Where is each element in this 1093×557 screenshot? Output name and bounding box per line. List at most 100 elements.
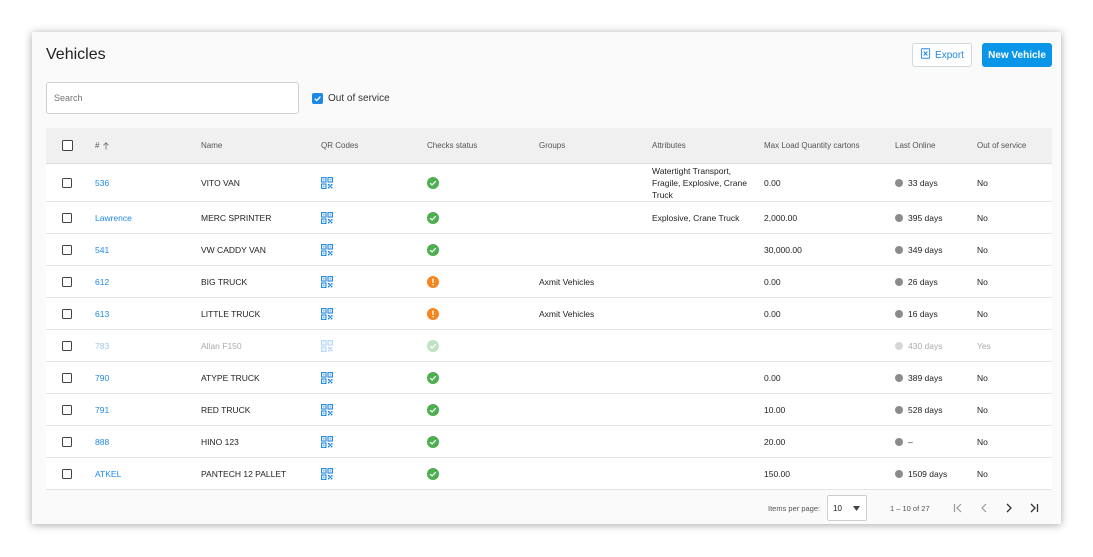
first-page-icon bbox=[953, 503, 962, 513]
table-row[interactable]: Lawrence MERC SPRINTER Explosive, Crane Tr… bbox=[46, 202, 1052, 234]
out-of-service-filter[interactable]: Out of service bbox=[312, 93, 390, 104]
table-row[interactable]: 613 LITTLE TRUCK Axmit Vehicles 0.00 16 days… bbox=[46, 298, 1052, 330]
paginator: Items per page: 10 1 – 10 of 27 bbox=[32, 493, 1061, 523]
max-load: 20.00 bbox=[764, 436, 786, 447]
exclamation-circle-icon bbox=[427, 307, 439, 320]
qr-code-button[interactable] bbox=[321, 176, 333, 189]
table-row[interactable]: 791 RED TRUCK 10.00 528 days No bbox=[46, 394, 1052, 426]
qr-code-button[interactable] bbox=[321, 211, 333, 224]
qr-code-button[interactable] bbox=[321, 243, 333, 256]
column-header-groups[interactable]: Groups bbox=[539, 128, 565, 163]
vehicle-id-link[interactable]: 790 bbox=[95, 373, 109, 383]
qr-code-icon bbox=[321, 176, 333, 189]
column-header-attributes[interactable]: Attributes bbox=[652, 128, 760, 163]
row-checkbox[interactable] bbox=[62, 404, 72, 415]
check-circle-icon bbox=[427, 435, 439, 448]
items-per-page-select[interactable]: 10 bbox=[827, 495, 867, 521]
last-page-button[interactable] bbox=[1028, 502, 1040, 514]
table-row[interactable]: 536 VITO VAN Watertight Transport, Fragile… bbox=[46, 164, 1052, 202]
chevron-right-icon bbox=[1006, 503, 1012, 513]
last-online: 33 days bbox=[895, 164, 938, 201]
checks-status bbox=[427, 266, 439, 297]
checks-status bbox=[427, 362, 439, 393]
caret-down-icon bbox=[853, 506, 860, 511]
last-online-value: 26 days bbox=[908, 276, 938, 287]
qr-code-button[interactable] bbox=[321, 275, 333, 288]
row-checkbox[interactable] bbox=[62, 372, 72, 383]
max-load: 0.00 bbox=[764, 276, 781, 287]
out-of-service-value: No bbox=[977, 177, 988, 188]
column-header-name[interactable]: Name bbox=[201, 128, 222, 163]
qr-code-button[interactable] bbox=[321, 403, 333, 416]
table-row[interactable]: 888 HINO 123 20.00 – No bbox=[46, 426, 1052, 458]
select-all-checkbox[interactable] bbox=[62, 140, 73, 151]
vehicle-id-link[interactable]: 791 bbox=[95, 405, 109, 415]
row-checkbox[interactable] bbox=[62, 468, 72, 479]
table-row[interactable]: 783 Allan F150 430 days Yes bbox=[46, 330, 1052, 362]
row-checkbox[interactable] bbox=[62, 308, 72, 319]
last-online: 430 days bbox=[895, 330, 943, 361]
out-of-service-value: No bbox=[977, 244, 988, 255]
column-header-last-online[interactable]: Last Online bbox=[895, 128, 935, 163]
column-header-id[interactable]: # bbox=[95, 128, 110, 163]
last-online-value: 430 days bbox=[908, 340, 943, 351]
checks-status bbox=[427, 298, 439, 329]
vehicle-id-link[interactable]: 536 bbox=[95, 178, 109, 188]
exclamation-circle-icon bbox=[427, 275, 439, 288]
vehicle-id-link[interactable]: 783 bbox=[95, 341, 109, 351]
vehicle-id-link[interactable]: 541 bbox=[95, 245, 109, 255]
vehicle-attributes bbox=[652, 458, 760, 489]
vehicle-id-link[interactable]: 613 bbox=[95, 309, 109, 319]
vehicle-attributes bbox=[652, 298, 760, 329]
out-of-service-value: No bbox=[977, 436, 988, 447]
new-vehicle-button[interactable]: New Vehicle bbox=[982, 43, 1052, 67]
status-dot bbox=[895, 405, 903, 414]
vehicle-id-link[interactable]: 888 bbox=[95, 437, 109, 447]
vehicle-attributes bbox=[652, 362, 760, 393]
arrow-up-icon bbox=[103, 141, 110, 149]
table-row[interactable]: 541 VW CADDY VAN 30,000.00 349 days No bbox=[46, 234, 1052, 266]
vehicle-name: VITO VAN bbox=[201, 177, 240, 188]
row-checkbox[interactable] bbox=[62, 244, 72, 255]
column-header-qr-codes[interactable]: QR Codes bbox=[321, 128, 358, 163]
qr-code-icon bbox=[321, 339, 333, 352]
table-row[interactable]: 612 BIG TRUCK Axmit Vehicles 0.00 26 days No bbox=[46, 266, 1052, 298]
row-checkbox[interactable] bbox=[62, 340, 72, 351]
vehicle-id-link[interactable]: 612 bbox=[95, 277, 109, 287]
qr-code-button[interactable] bbox=[321, 371, 333, 384]
table-row[interactable]: ATKEL PANTECH 12 PALLET 150.00 1509 days No bbox=[46, 458, 1052, 490]
last-online: 16 days bbox=[895, 298, 938, 329]
max-load: 2,000.00 bbox=[764, 212, 798, 223]
qr-code-icon bbox=[321, 243, 333, 256]
vehicle-id-link[interactable]: ATKEL bbox=[95, 469, 121, 479]
table-row[interactable]: 790 ATYPE TRUCK 0.00 389 days No bbox=[46, 362, 1052, 394]
first-page-button[interactable] bbox=[952, 502, 964, 514]
export-button[interactable]: Export bbox=[912, 43, 972, 67]
out-of-service-checkbox[interactable] bbox=[312, 93, 323, 104]
last-online-value: 33 days bbox=[908, 177, 938, 188]
search-input[interactable] bbox=[46, 82, 299, 114]
row-checkbox[interactable] bbox=[62, 177, 72, 188]
column-header-out-of-service[interactable]: Out of service bbox=[977, 128, 1026, 163]
row-checkbox[interactable] bbox=[62, 436, 72, 447]
row-checkbox[interactable] bbox=[62, 212, 72, 223]
vehicle-groups: Axmit Vehicles bbox=[539, 276, 595, 287]
vehicle-id-link[interactable]: Lawrence bbox=[95, 213, 132, 223]
previous-page-button[interactable] bbox=[978, 502, 990, 514]
qr-code-icon bbox=[321, 467, 333, 480]
next-page-button[interactable] bbox=[1003, 502, 1015, 514]
qr-code-button[interactable] bbox=[321, 435, 333, 448]
vehicle-attributes: Watertight Transport, Fragile, Explosive… bbox=[652, 165, 747, 200]
qr-code-button[interactable] bbox=[321, 307, 333, 320]
items-per-page-label: Items per page: bbox=[768, 504, 821, 513]
max-load: 10.00 bbox=[764, 404, 786, 415]
vehicles-panel: Vehicles Export New Vehicle Out of servi… bbox=[32, 32, 1061, 524]
qr-code-button[interactable] bbox=[321, 339, 333, 352]
check-circle-icon bbox=[427, 403, 439, 416]
column-header-max-load[interactable]: Max Load Quantity cartons bbox=[764, 128, 860, 163]
check-circle-icon bbox=[427, 211, 439, 224]
last-online: 26 days bbox=[895, 266, 938, 297]
column-header-checks-status[interactable]: Checks status bbox=[427, 128, 477, 163]
row-checkbox[interactable] bbox=[62, 276, 72, 287]
qr-code-button[interactable] bbox=[321, 467, 333, 480]
